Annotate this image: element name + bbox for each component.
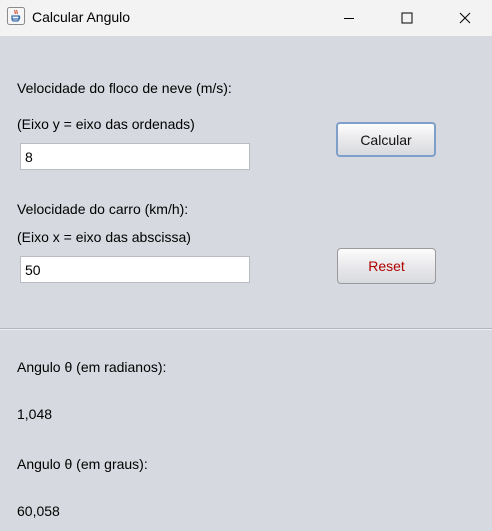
degrees-label: Angulo θ (em graus): [17, 456, 148, 472]
minimize-icon [343, 12, 355, 24]
maximize-icon [401, 12, 413, 24]
car-speed-input[interactable] [20, 256, 250, 283]
degrees-value: 60,058 [17, 503, 60, 519]
radians-label: Angulo θ (em radianos): [17, 359, 167, 375]
snowflake-axis-label: (Eixo y = eixo das ordenads) [17, 116, 195, 132]
separator [0, 328, 492, 330]
main-panel: Velocidade do floco de neve (m/s): (Eixo… [0, 36, 492, 531]
window-title: Calcular Angulo [32, 9, 131, 25]
radians-value: 1,048 [17, 406, 53, 422]
title-bar[interactable]: Calcular Angulo [0, 0, 492, 37]
snowflake-speed-input[interactable] [20, 143, 250, 170]
car-speed-label: Velocidade do carro (km/h): [17, 201, 189, 217]
reset-button[interactable]: Reset [337, 248, 436, 284]
calculate-button[interactable]: Calcular [336, 122, 436, 157]
minimize-button[interactable] [326, 0, 372, 36]
snowflake-speed-label: Velocidade do floco de neve (m/s): [17, 80, 232, 96]
java-app-icon [7, 7, 25, 25]
close-icon [459, 12, 471, 24]
car-axis-label: (Eixo x = eixo das abscissa) [17, 229, 191, 245]
maximize-button[interactable] [384, 0, 430, 36]
close-button[interactable] [442, 0, 488, 36]
